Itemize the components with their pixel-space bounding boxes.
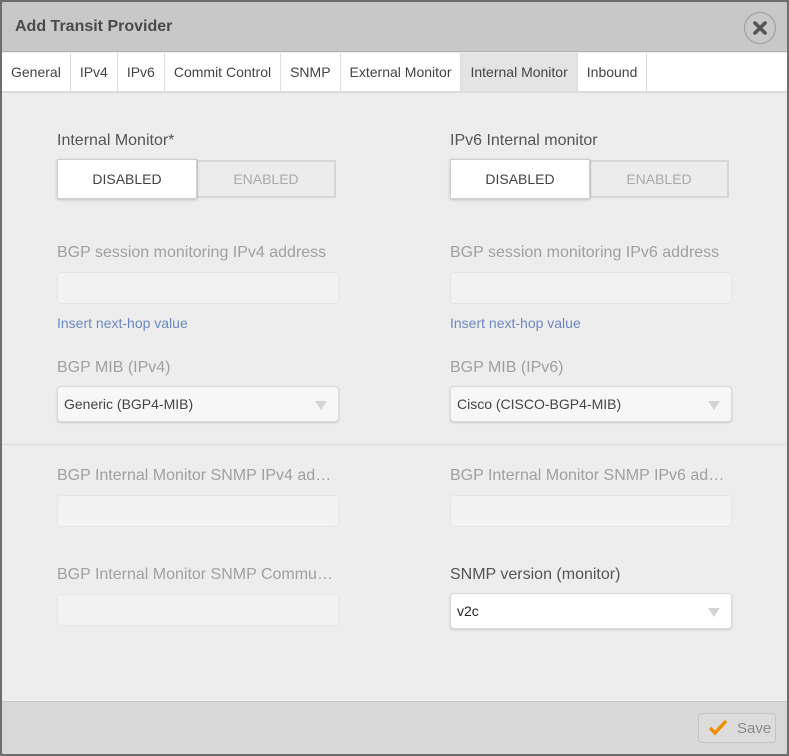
ipv6-internal-monitor-field: IPv6 Internal monitor	[450, 132, 732, 150]
dropdown-arrow-icon	[315, 401, 327, 410]
tab-ipv4[interactable]: IPv4	[71, 53, 118, 91]
insert-next-hop-ipv6-link[interactable]: Insert next-hop value	[450, 315, 581, 331]
internal-monitor-label: Internal Monitor*	[57, 132, 175, 149]
tab-label: SNMP	[290, 64, 331, 80]
tab-label: General	[11, 64, 61, 80]
bgp-session-ipv6-input[interactable]	[450, 272, 732, 304]
bgp-session-ipv4-input[interactable]	[57, 272, 339, 304]
checkmark-icon	[709, 720, 727, 736]
bgp-session-ipv6-label: BGP session monitoring IPv6 address	[450, 244, 720, 261]
dropdown-arrow-icon	[708, 401, 720, 410]
ipv6-internal-monitor-enabled-option[interactable]: ENABLED	[589, 160, 729, 198]
dropdown-arrow-icon	[708, 608, 720, 617]
snmp-community-label: BGP Internal Monitor SNMP Community	[57, 566, 339, 583]
insert-next-hop-ipv4-link[interactable]: Insert next-hop value	[57, 315, 188, 331]
tab-label: External Monitor	[349, 64, 452, 80]
snmp-ipv6-addr-field: BGP Internal Monitor SNMP IPv6 addr…	[450, 467, 732, 485]
tab-label: IPv6	[126, 64, 155, 80]
snmp-version-value: v2c	[457, 603, 479, 619]
snmp-ipv6-addr-label: BGP Internal Monitor SNMP IPv6 addr…	[450, 467, 732, 484]
tab-label: Inbound	[586, 64, 638, 80]
snmp-ipv4-addr-input[interactable]	[57, 495, 339, 527]
snmp-community-input[interactable]	[57, 594, 339, 626]
save-button[interactable]: Save	[698, 713, 776, 743]
tab-label: Commit Control	[173, 64, 272, 80]
ipv6-internal-monitor-toggle: DISABLED ENABLED	[450, 159, 729, 199]
dialog-footer: Save	[2, 701, 787, 754]
add-transit-provider-dialog: Add Transit Provider General IPv4 IPv6 C…	[2, 2, 787, 754]
tab-ipv6[interactable]: IPv6	[118, 53, 165, 91]
snmp-version-field: SNMP version (monitor)	[450, 566, 732, 584]
close-button[interactable]	[744, 12, 776, 44]
dialog-title: Add Transit Provider	[15, 18, 173, 35]
save-label: Save	[737, 719, 772, 737]
snmp-version-select[interactable]: v2c	[450, 593, 732, 629]
internal-monitor-field: Internal Monitor*	[57, 132, 339, 150]
bgp-session-ipv6-field: BGP session monitoring IPv6 address	[450, 244, 732, 262]
dialog-header: Add Transit Provider	[2, 2, 787, 52]
bgp-mib-ipv4-value: Generic (BGP4-MIB)	[64, 396, 194, 412]
snmp-ipv6-addr-input[interactable]	[450, 495, 732, 527]
tab-snmp[interactable]: SNMP	[281, 53, 341, 91]
bgp-mib-ipv4-field: BGP MIB (IPv4)	[57, 359, 339, 377]
bgp-mib-ipv6-select[interactable]: Cisco (CISCO-BGP4-MIB)	[450, 386, 732, 422]
bgp-session-ipv4-field: BGP session monitoring IPv4 address	[57, 244, 339, 262]
ipv6-internal-monitor-disabled-option[interactable]: DISABLED	[450, 159, 590, 199]
ipv6-internal-monitor-label: IPv6 Internal monitor	[450, 132, 598, 149]
tab-bar: General IPv4 IPv6 Commit Control SNMP Ex…	[2, 53, 787, 93]
snmp-version-label: SNMP version (monitor)	[450, 566, 621, 583]
bgp-mib-ipv4-select[interactable]: Generic (BGP4-MIB)	[57, 386, 339, 422]
tab-label: IPv4	[79, 64, 108, 80]
bgp-mib-ipv4-label: BGP MIB (IPv4)	[57, 359, 171, 376]
tab-general[interactable]: General	[2, 53, 71, 91]
tab-external-monitor[interactable]: External Monitor	[341, 53, 462, 91]
internal-monitor-enabled-option[interactable]: ENABLED	[196, 160, 336, 198]
internal-monitor-toggle: DISABLED ENABLED	[57, 159, 336, 199]
tab-commit-control[interactable]: Commit Control	[165, 53, 282, 91]
close-icon	[753, 21, 767, 35]
bgp-session-ipv4-label: BGP session monitoring IPv4 address	[57, 244, 327, 261]
tab-label: Internal Monitor	[470, 64, 568, 80]
section-divider	[2, 444, 787, 445]
snmp-community-field: BGP Internal Monitor SNMP Community	[57, 566, 339, 584]
snmp-ipv4-addr-field: BGP Internal Monitor SNMP IPv4 addr…	[57, 467, 339, 485]
tab-inbound[interactable]: Inbound	[578, 53, 648, 91]
internal-monitor-disabled-option[interactable]: DISABLED	[57, 159, 197, 199]
snmp-ipv4-addr-label: BGP Internal Monitor SNMP IPv4 addr…	[57, 467, 339, 484]
bgp-mib-ipv6-label: BGP MIB (IPv6)	[450, 359, 564, 376]
bgp-mib-ipv6-field: BGP MIB (IPv6)	[450, 359, 732, 377]
bgp-mib-ipv6-value: Cisco (CISCO-BGP4-MIB)	[457, 396, 622, 412]
tab-internal-monitor[interactable]: Internal Monitor	[461, 53, 578, 91]
